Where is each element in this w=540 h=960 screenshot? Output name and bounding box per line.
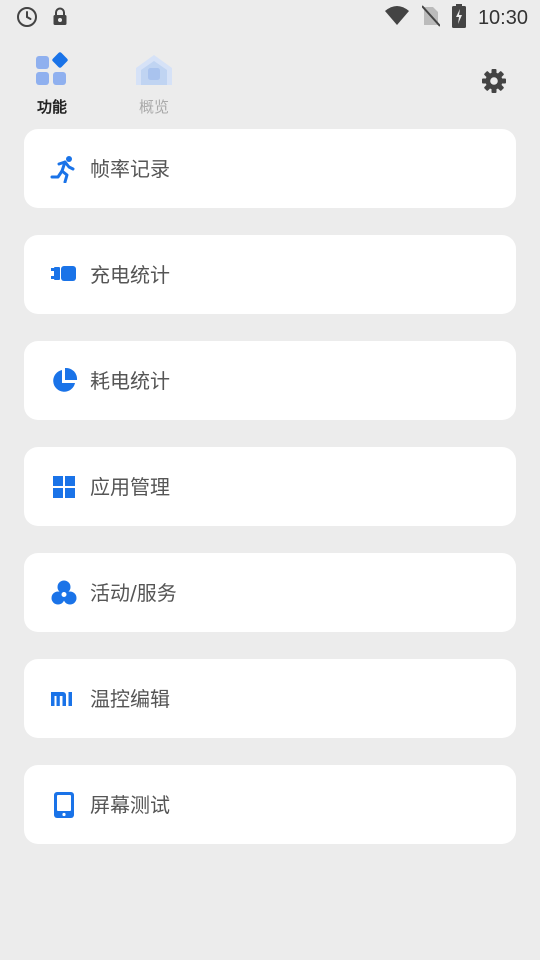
grid-icon xyxy=(50,473,78,501)
status-right-icons: 10:30 xyxy=(384,4,528,32)
tab-overview[interactable]: 概览 xyxy=(128,52,180,117)
menu-item-charging-stats[interactable]: 充电统计 xyxy=(24,235,516,314)
menu-item-label: 耗电统计 xyxy=(90,369,170,393)
status-bar: 10:30 xyxy=(0,0,540,36)
status-time: 10:30 xyxy=(477,6,528,29)
gear-icon xyxy=(481,69,507,98)
tab-label: 概览 xyxy=(138,98,169,116)
clock-icon xyxy=(16,6,38,32)
feature-grid-icon xyxy=(34,52,70,92)
menu-item-thermal-edit[interactable]: 温控编辑 xyxy=(24,659,516,738)
tab-label: 功能 xyxy=(36,98,67,116)
menu-item-activity-service[interactable]: 活动/服务 xyxy=(24,553,516,632)
tablet-icon xyxy=(50,791,78,819)
menu-item-label: 应用管理 xyxy=(90,475,170,499)
lock-icon xyxy=(52,7,68,31)
settings-button[interactable] xyxy=(481,68,507,94)
menu-item-power-consumption[interactable]: 耗电统计 xyxy=(24,341,516,420)
menu-item-label: 活动/服务 xyxy=(90,581,177,605)
no-sim-icon xyxy=(421,5,441,31)
menu-item-label: 充电统计 xyxy=(90,263,170,287)
status-left-icons xyxy=(16,6,68,32)
menu-item-label: 屏幕测试 xyxy=(90,793,170,817)
home-icon xyxy=(133,52,175,92)
tab-features[interactable]: 功能 xyxy=(26,52,78,117)
mi-logo-icon xyxy=(50,685,78,713)
menu-item-screen-test[interactable]: 屏幕测试 xyxy=(24,765,516,844)
menu-item-label: 温控编辑 xyxy=(90,687,170,711)
cluster-icon xyxy=(50,579,78,607)
wifi-icon xyxy=(384,5,410,31)
charger-plug-icon xyxy=(50,261,78,289)
feature-menu-list: 帧率记录 充电统计 耗电统计 应用管理 活动/服务 温控编辑 屏幕测试 xyxy=(24,129,516,871)
menu-item-fps-record[interactable]: 帧率记录 xyxy=(24,129,516,208)
menu-item-app-management[interactable]: 应用管理 xyxy=(24,447,516,526)
battery-charging-icon xyxy=(451,4,466,32)
pie-chart-icon xyxy=(50,367,78,395)
menu-item-label: 帧率记录 xyxy=(90,157,170,181)
running-icon xyxy=(50,155,78,183)
top-tabs: 功能 概览 xyxy=(26,52,180,117)
